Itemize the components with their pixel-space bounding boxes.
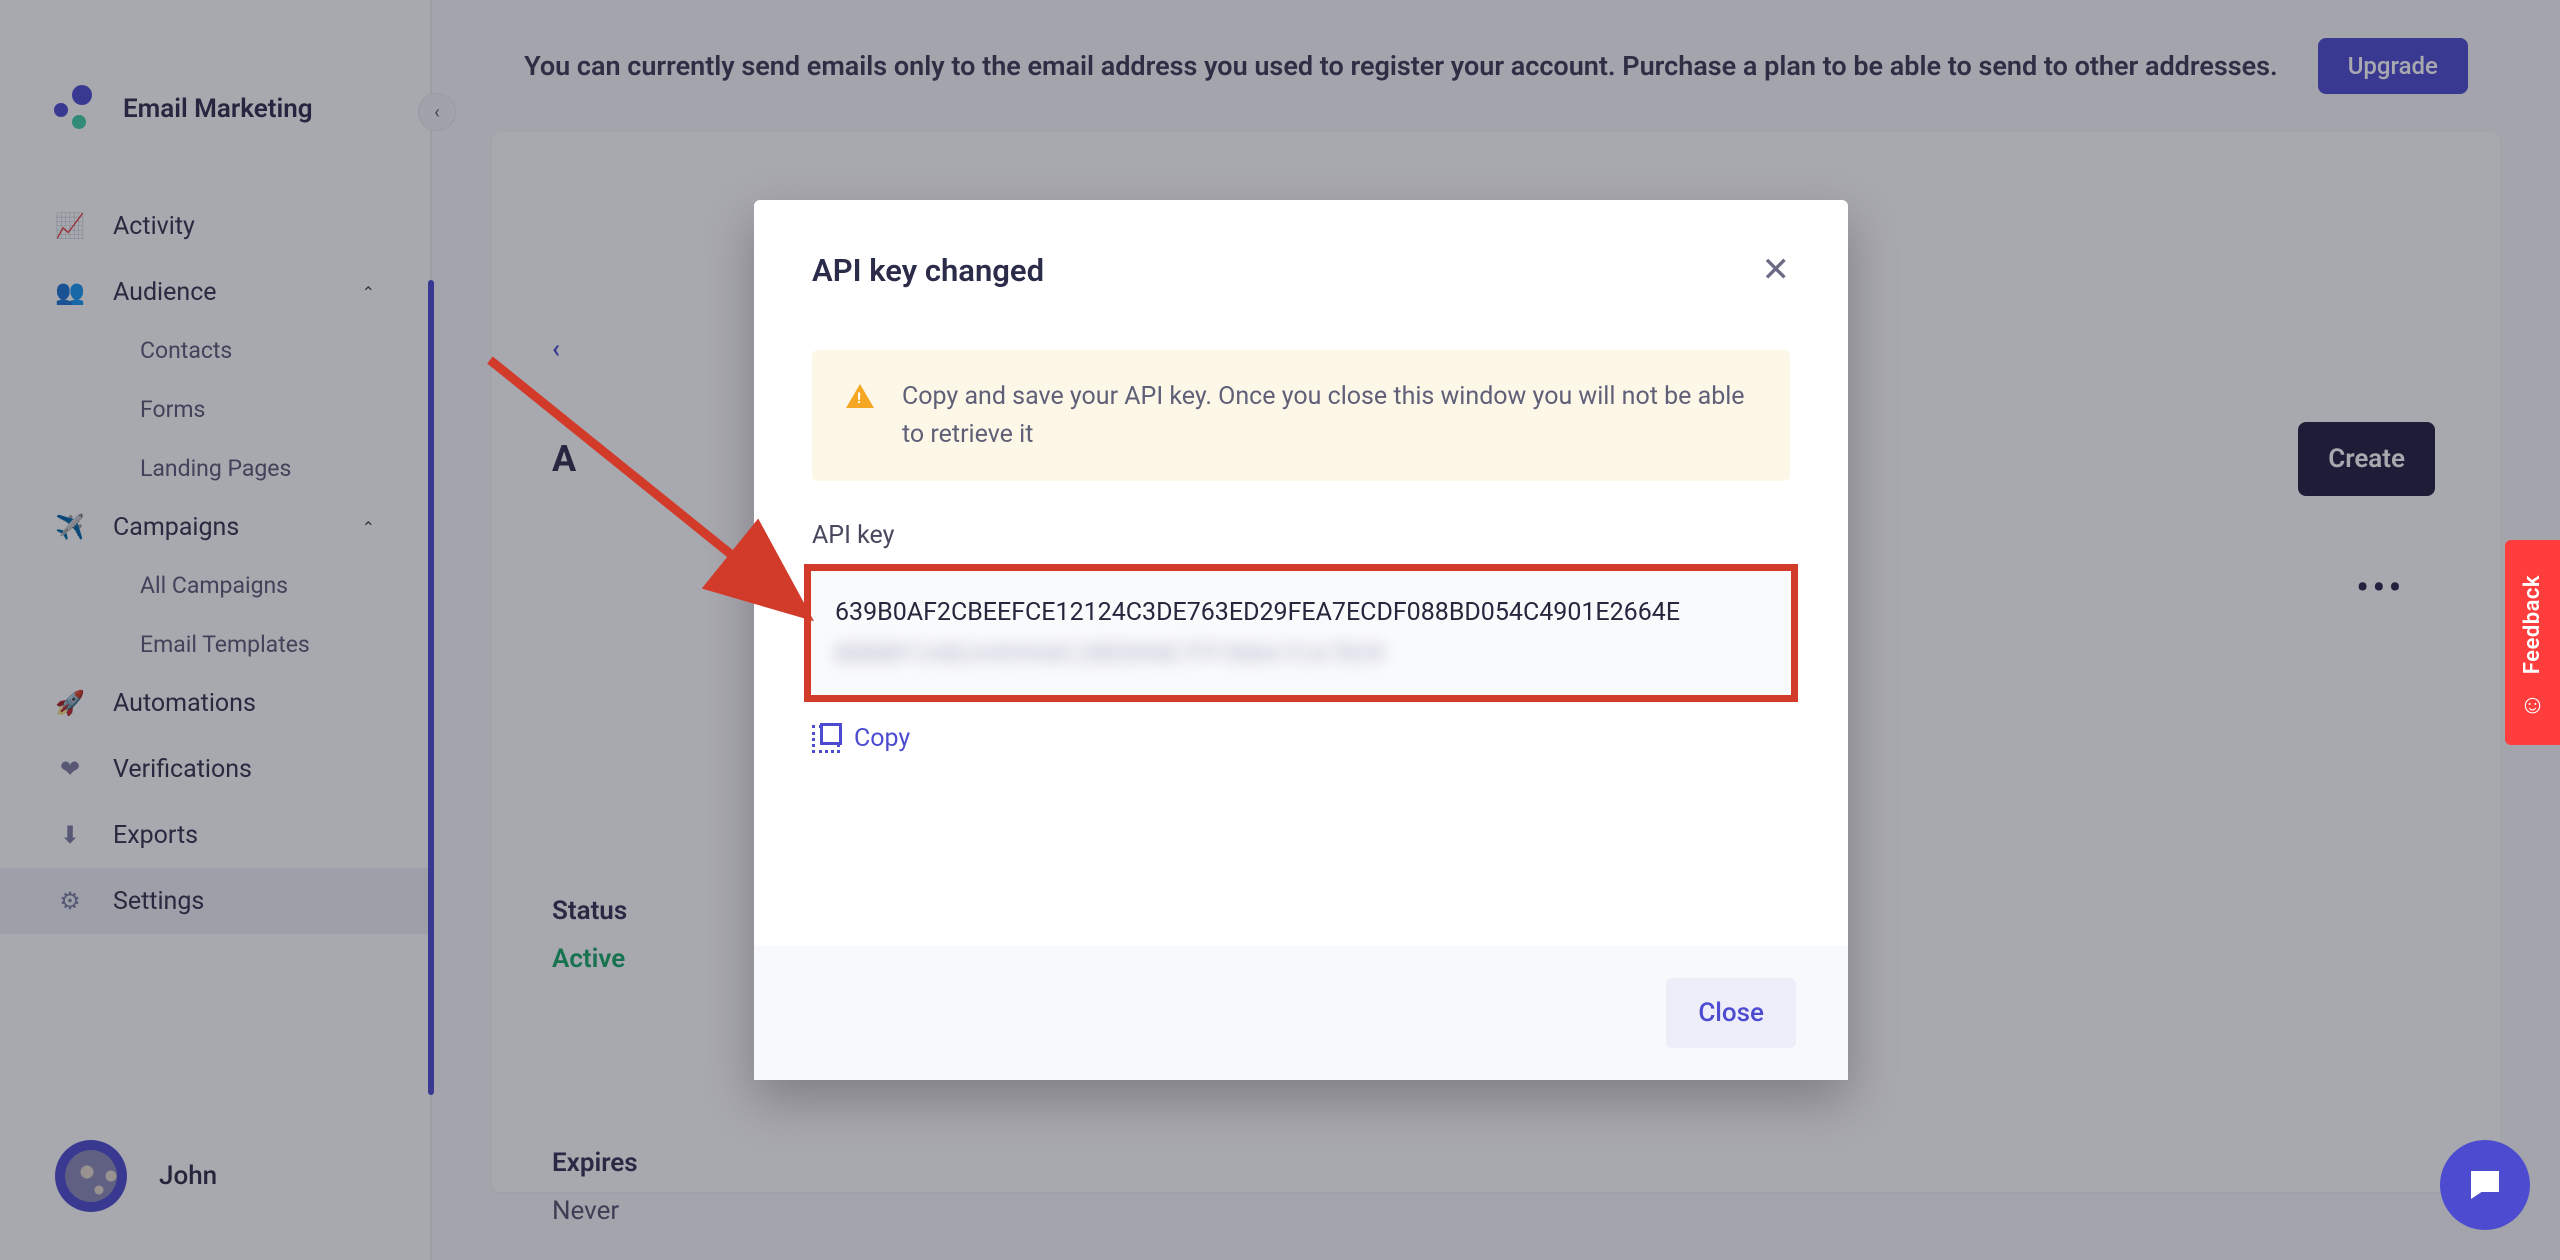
- api-key-modal: API key changed ✕ Copy and save your API…: [754, 200, 1848, 1080]
- smile-icon: ☺: [2519, 689, 2546, 720]
- api-key-value-box[interactable]: 639B0AF2CBEEFCE12124C3DE763ED29FEA7ECDF0…: [804, 564, 1798, 702]
- api-key-value: 639B0AF2CBEEFCE12124C3DE763ED29FEA7ECDF0…: [835, 598, 1680, 627]
- feedback-tab[interactable]: Feedback ☺: [2505, 540, 2560, 745]
- warning-icon: [846, 384, 874, 408]
- copy-label: Copy: [854, 724, 910, 753]
- feedback-label: Feedback: [2520, 575, 2545, 674]
- alert-text: Copy and save your API key. Once you clo…: [902, 378, 1756, 453]
- api-key-label: API key: [812, 521, 1790, 550]
- copy-button[interactable]: Copy: [812, 724, 1790, 753]
- close-button[interactable]: Close: [1666, 978, 1796, 1048]
- chat-button[interactable]: [2440, 1140, 2530, 1230]
- chat-icon: [2464, 1164, 2506, 1206]
- alert-box: Copy and save your API key. Once you clo…: [812, 350, 1790, 481]
- api-key-hidden-part: BBBBFCAB2A9D968C2BEB98E7FF388A7CA7B39: [835, 636, 1767, 674]
- close-icon[interactable]: ✕: [1762, 250, 1791, 290]
- modal-footer: Close: [754, 946, 1848, 1080]
- copy-icon: [812, 725, 840, 753]
- modal-header: API key changed ✕: [754, 200, 1848, 310]
- modal-title: API key changed: [812, 252, 1044, 289]
